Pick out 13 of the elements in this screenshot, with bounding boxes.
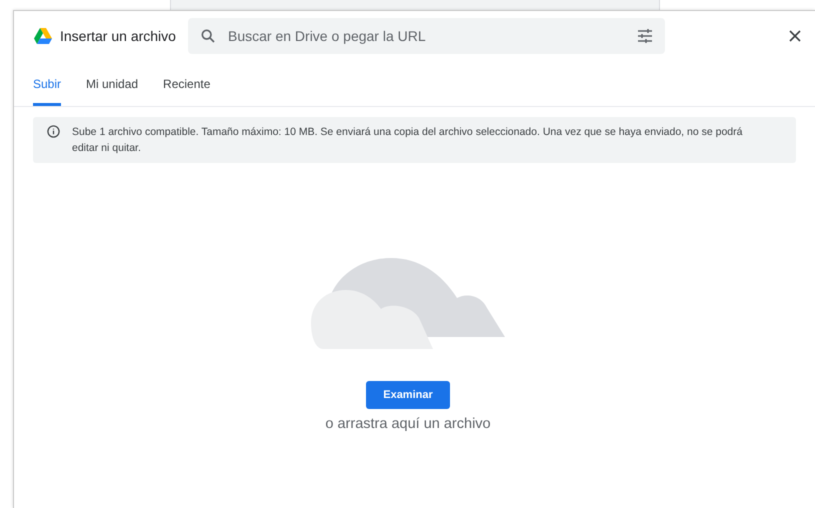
drive-logo-icon — [34, 28, 52, 44]
filter-sliders-icon[interactable] — [637, 29, 653, 43]
tab[interactable]: Mi unidad — [86, 75, 138, 106]
search-field[interactable]: Buscar en Drive o pegar la URL — [188, 18, 665, 54]
dialog-title: Insertar un archivo — [60, 26, 177, 46]
info-text: Sube 1 archivo compatible. Tamaño máximo: 10 MB. Se enviará una copia del archivo seleccionado. Una vez que se haya enviado, no se podrá editar ni quitar. — [72, 125, 744, 156]
info-icon — [47, 125, 60, 138]
close-icon[interactable] — [789, 30, 801, 42]
examinar-button[interactable]: Examinar — [366, 381, 450, 409]
search-icon — [200, 28, 216, 44]
tab[interactable]: Reciente — [163, 75, 210, 106]
tab[interactable]: Subir — [33, 75, 62, 106]
drag-hint: o arrastra aquí un archivo — [325, 415, 491, 434]
